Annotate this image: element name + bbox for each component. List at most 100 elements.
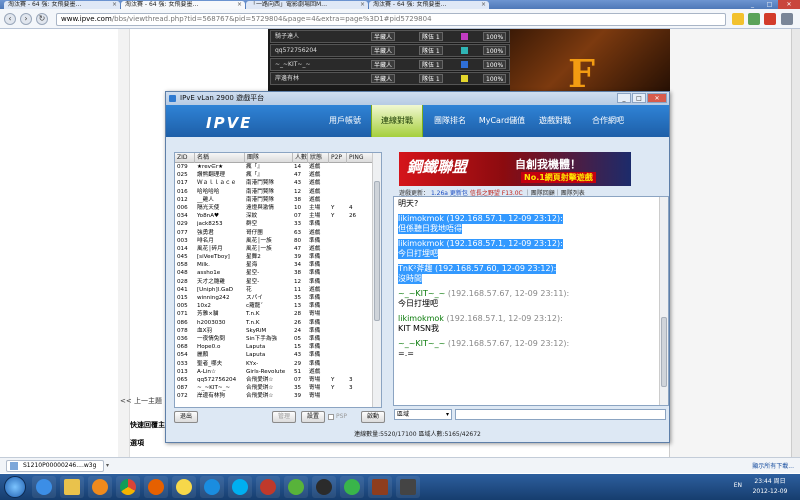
table-row[interactable]: 016 哈哈哈哈 南港鬥賢隊 12 遊戲 [175, 188, 373, 196]
checkbox-box[interactable] [328, 413, 334, 420]
close-icon[interactable]: × [360, 1, 365, 9]
reload-icon[interactable]: ↻ [36, 13, 48, 25]
menu-wrench-icon[interactable] [781, 13, 793, 25]
table-row[interactable]: 036 一夜情免問 Sin下手為強 05 準備 [175, 335, 373, 343]
table-row[interactable]: 012 __雞人 南港鬥賢隊 38 遊戲 [175, 196, 373, 204]
table-row[interactable]: 003 啡名月 風花│一族 80 準備 [175, 237, 373, 245]
taskbar-app-window[interactable] [396, 476, 420, 498]
table-row[interactable]: 006 隔光天使 遠燈與激情 10 主場 Y 4 [175, 204, 373, 212]
table-row[interactable]: 041 [Uniph]l.GaD 花 11 遊戲 [175, 286, 373, 294]
browser-tab[interactable]: 「一路向西」電影劇場回M… × [246, 1, 368, 9]
table-row[interactable]: 005 10x2 c蘿龍ˇ 13 準備 [175, 302, 373, 310]
table-row[interactable]: 058 Milk. 星海 34 準備 [175, 261, 373, 269]
channel-select[interactable]: 區域 ▾ [394, 409, 452, 420]
table-row[interactable]: 087 ~_~KIT~_~ 合飛愛琪☆ 35 寄場 Y 3 [175, 384, 373, 392]
close-icon[interactable]: × [237, 1, 242, 9]
page-scrollbar[interactable] [791, 29, 800, 457]
maximize-icon[interactable]: □ [761, 0, 778, 9]
back-icon[interactable]: ‹ [4, 13, 16, 25]
chat-sender[interactable]: likimokmok [398, 314, 444, 323]
table-row[interactable]: 077 強勇君 哥仔團 63 遊戲 [175, 229, 373, 237]
minimize-icon[interactable]: _ [744, 0, 761, 9]
table-row[interactable]: 025 讚熊翻理理 瘋「』 47 遊戲 [175, 171, 373, 179]
chevron-down-icon[interactable]: ▾ [106, 462, 109, 469]
col-team[interactable]: 團隊 [245, 153, 293, 163]
table-row[interactable]: 014 風花│碎月 風花│一族 47 遊戲 [175, 245, 373, 253]
taskbar-app-firefox[interactable] [144, 476, 168, 498]
table-row[interactable]: 034 Yo8nA♥ 深紋 07 主場 Y 26 [175, 212, 373, 220]
table-row[interactable]: 029 jack8253 群空 33 準備 [175, 220, 373, 228]
browser-tab-active[interactable]: 淘汰賽 - 64 強: 女飛要墨… × [121, 1, 245, 9]
taskbar-app-ipve[interactable] [340, 476, 364, 498]
maximize-icon[interactable]: □ [632, 93, 646, 103]
table-row[interactable]: 079 ★rev∈r★ 瘋「』 14 遊戲 [175, 163, 373, 171]
col-count[interactable]: 人數 [293, 153, 308, 163]
table-row[interactable]: 033 聖者_哪夫 KYx- 29 準備 [175, 360, 373, 368]
table-row[interactable]: 017 Ｗａｌｌａｃｅ 南港鬥賢隊 43 遊戲 [175, 179, 373, 187]
table-row[interactable]: 048 assho1e 星空- 38 準備 [175, 269, 373, 277]
col-ping[interactable]: PING [347, 153, 373, 163]
app-titlebar[interactable]: IPvE vLan 2900 遊戲平台 _ □ ✕ [166, 92, 669, 105]
chat-input[interactable] [455, 409, 666, 420]
taskbar-app-skype[interactable] [228, 476, 252, 498]
tab-game-battle[interactable]: 遊戲對戰 [529, 105, 581, 137]
taskbar-app-player[interactable] [312, 476, 336, 498]
start-menu-icon[interactable] [4, 476, 26, 498]
chat-sender[interactable]: likimokmok [398, 214, 444, 223]
minimize-icon[interactable]: _ [617, 93, 631, 103]
taskbar-app-game[interactable] [256, 476, 280, 498]
tab-user-account[interactable]: 用戶帳號 [319, 105, 371, 137]
taskbar-app-media[interactable] [88, 476, 112, 498]
prev-topic-link[interactable]: << 上一主題 [120, 396, 162, 406]
tab-team-ranking[interactable]: 團隊排名 [424, 105, 476, 137]
table-row[interactable]: 054 麗顏 Laputa 43 準備 [175, 351, 373, 359]
room-list-scrollbar[interactable] [372, 153, 381, 407]
table-row[interactable]: 072 岸邊有林狗 合飛愛琪☆ 39 寄場 [175, 392, 373, 400]
taskbar-app-qq[interactable] [172, 476, 196, 498]
clock[interactable]: 23:44 周日 2012-12-09 [748, 477, 792, 497]
col-status[interactable]: 狀態 [308, 153, 329, 163]
tray-language[interactable]: EN [734, 482, 742, 489]
ad-banner[interactable]: 鋼鐵聯盟 自創我機體！ No.1網頁射擊遊戲 [399, 152, 631, 186]
chat-log[interactable]: 明天? likimokmok (192.168.57.1, 12-09 23:12… [393, 196, 669, 406]
close-icon[interactable]: × [112, 1, 117, 9]
browser-tab[interactable]: 淘汰賽 - 64 強: 女飛要墨… × [4, 1, 120, 9]
chat-sender[interactable]: ~_~KIT~_~ [398, 339, 445, 348]
chat-sender[interactable]: likimokmok [398, 239, 444, 248]
table-row[interactable]: 078 血X羽 SkyRiM 24 準備 [175, 327, 373, 335]
news-extension-icon[interactable] [764, 13, 776, 25]
forward-icon[interactable]: › [20, 13, 32, 25]
col-name[interactable]: 名稱 [195, 153, 245, 163]
bookmark-star-icon[interactable] [732, 13, 744, 25]
table-row[interactable]: 045 [siVeeTboy] 星舞2 39 準備 [175, 253, 373, 261]
table-row[interactable]: 065 qq572756204 合飛愛琪☆ 07 寄場 Y 3 [175, 376, 373, 384]
taskbar-app-chrome[interactable] [116, 476, 140, 498]
taskbar-app-explorer[interactable] [60, 476, 84, 498]
manage-button[interactable]: 管理 [272, 411, 296, 423]
col-zid[interactable]: ZID [175, 153, 195, 163]
col-p2p[interactable]: P2P [329, 153, 347, 163]
show-all-downloads-link[interactable]: 顯示所有下載... [752, 461, 794, 470]
table-row[interactable]: 015 winning242 スパイ 35 準備 [175, 294, 373, 302]
address-bar[interactable]: www.ipve.com/bbs/viewthread.php?tid=5687… [56, 13, 726, 26]
taskbar-app-warcraft[interactable] [368, 476, 392, 498]
browser-tab[interactable]: 淘汰賽 - 64 強: 女飛要墨… × [369, 1, 489, 9]
settings-button[interactable]: 設置 [301, 411, 325, 423]
psp-checkbox[interactable]: PSP [328, 413, 347, 420]
scrollbar-thumb[interactable] [374, 181, 380, 321]
table-row[interactable]: 028 天才之雛雞 星空- 12 準備 [175, 278, 373, 286]
tab-partner-cafe[interactable]: 合作網吧 [582, 105, 634, 137]
table-row[interactable]: 013 A-Lin☆ Girls-Revolute 51 遊戲 [175, 368, 373, 376]
tab-mycard-topup[interactable]: MyCard儲值 [476, 105, 528, 137]
taskbar-app-ie[interactable] [32, 476, 56, 498]
chat-sender[interactable]: ~_~KIT~_~ [398, 289, 445, 298]
chat-sender[interactable]: TnK²斧趣 [398, 264, 432, 273]
taskbar-app-utorrent[interactable] [284, 476, 308, 498]
download-item[interactable]: S1210P00000246....w3g [6, 460, 104, 472]
start-button[interactable]: 啟動 [361, 411, 385, 423]
table-row[interactable]: 068 Hope0.o Laputa 15 準備 [175, 343, 373, 351]
close-window-icon[interactable]: ✕ [778, 0, 800, 9]
chat-scrollbar[interactable] [659, 197, 668, 405]
taskbar-app-pps[interactable] [200, 476, 224, 498]
tab-online-battle[interactable]: 連線對戰 [371, 105, 423, 137]
